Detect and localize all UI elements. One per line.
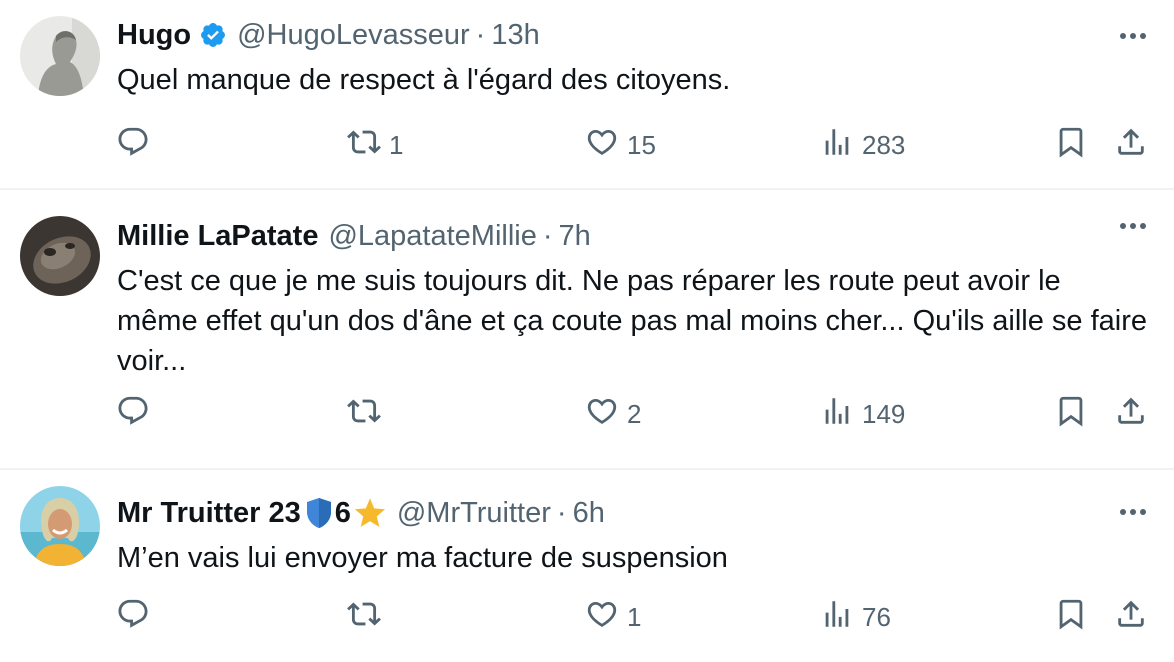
timestamp[interactable]: 7h xyxy=(559,216,591,256)
retweet-icon xyxy=(347,125,381,166)
avatar[interactable] xyxy=(20,216,100,296)
tweet-mrtruitter[interactable]: Mr Truitter 23 6 @MrTruitter · 6h M’en v… xyxy=(0,468,1174,660)
more-icon[interactable] xyxy=(1118,500,1148,524)
bookmark-icon xyxy=(1054,394,1088,435)
avatar[interactable] xyxy=(20,486,100,566)
reply-button[interactable] xyxy=(116,595,150,639)
like-icon xyxy=(585,597,619,638)
views-count: 149 xyxy=(862,398,906,429)
display-name[interactable]: Millie LaPatate xyxy=(117,216,318,256)
handle[interactable]: @MrTruitter xyxy=(397,493,551,533)
bookmark-button[interactable] xyxy=(1054,392,1088,436)
views-icon xyxy=(820,597,854,638)
share-icon xyxy=(1114,125,1148,166)
reply-button[interactable] xyxy=(116,123,150,167)
star-emoji-icon xyxy=(353,497,387,529)
like-count: 2 xyxy=(627,398,642,429)
views-button[interactable]: 283 xyxy=(820,123,905,167)
retweet-icon xyxy=(347,597,381,638)
tweet-header: Mr Truitter 23 6 @MrTruitter · 6h xyxy=(117,493,605,533)
like-count: 1 xyxy=(627,601,642,632)
retweet-count: 1 xyxy=(389,129,404,160)
like-button[interactable]: 1 xyxy=(585,595,641,639)
tweet-text: M’en vais lui envoyer ma facture de susp… xyxy=(117,542,728,574)
more-icon[interactable] xyxy=(1118,214,1148,238)
separator-dot: · xyxy=(556,497,567,529)
views-count: 76 xyxy=(862,601,891,632)
action-bar: 1 15 283 xyxy=(0,123,1174,167)
views-count: 283 xyxy=(862,129,906,160)
tweet-millie[interactable]: Millie LaPatate @LapatateMillie · 7h C'e… xyxy=(0,188,1174,468)
blue-shield-emoji-icon xyxy=(305,497,333,529)
like-icon xyxy=(585,394,619,435)
like-icon xyxy=(585,125,619,166)
reply-icon xyxy=(116,125,150,166)
views-icon xyxy=(820,125,854,166)
tweet-text: Quel manque de respect à l'égard des cit… xyxy=(117,64,731,96)
action-bar: 2 149 xyxy=(0,392,1174,436)
reply-icon xyxy=(116,394,150,435)
bookmark-icon xyxy=(1054,125,1088,166)
share-button[interactable] xyxy=(1114,123,1148,167)
views-button[interactable]: 76 xyxy=(820,595,891,639)
like-button[interactable]: 15 xyxy=(585,123,656,167)
avatar[interactable] xyxy=(20,16,100,96)
share-button[interactable] xyxy=(1114,595,1148,639)
display-name[interactable]: Hugo xyxy=(117,15,191,55)
display-name[interactable]: Mr Truitter 23 xyxy=(117,493,301,533)
name-suffix: 6 xyxy=(334,497,351,529)
handle[interactable]: @HugoLevasseur xyxy=(237,15,470,55)
views-button[interactable]: 149 xyxy=(820,392,905,436)
share-icon xyxy=(1114,597,1148,638)
separator-dot: · xyxy=(475,19,486,51)
retweet-button[interactable]: 1 xyxy=(347,123,403,167)
tweet-header: Millie LaPatate @LapatateMillie · 7h xyxy=(117,216,591,256)
timestamp[interactable]: 6h xyxy=(573,493,605,533)
tweet-header: Hugo @HugoLevasseur · 13h xyxy=(117,15,540,55)
reply-icon xyxy=(116,597,150,638)
handle[interactable]: @LapatateMillie xyxy=(328,216,536,256)
verified-badge-icon xyxy=(199,21,227,49)
action-bar: 1 76 xyxy=(0,595,1174,639)
timestamp[interactable]: 13h xyxy=(491,15,539,55)
share-icon xyxy=(1114,394,1148,435)
share-button[interactable] xyxy=(1114,392,1148,436)
retweet-button[interactable] xyxy=(347,392,389,436)
retweet-icon xyxy=(347,394,381,435)
bookmark-icon xyxy=(1054,597,1088,638)
bookmark-button[interactable] xyxy=(1054,595,1088,639)
like-button[interactable]: 2 xyxy=(585,392,641,436)
tweet-text: C'est ce que je me suis toujours dit. Ne… xyxy=(117,265,1148,377)
separator-dot: · xyxy=(542,220,553,252)
reply-button[interactable] xyxy=(116,392,150,436)
views-icon xyxy=(820,394,854,435)
more-icon[interactable] xyxy=(1118,24,1148,48)
tweet-hugo[interactable]: Hugo @HugoLevasseur · 13h Quel manque de… xyxy=(0,0,1174,188)
bookmark-button[interactable] xyxy=(1054,123,1088,167)
like-count: 15 xyxy=(627,129,656,160)
retweet-button[interactable] xyxy=(347,595,389,639)
